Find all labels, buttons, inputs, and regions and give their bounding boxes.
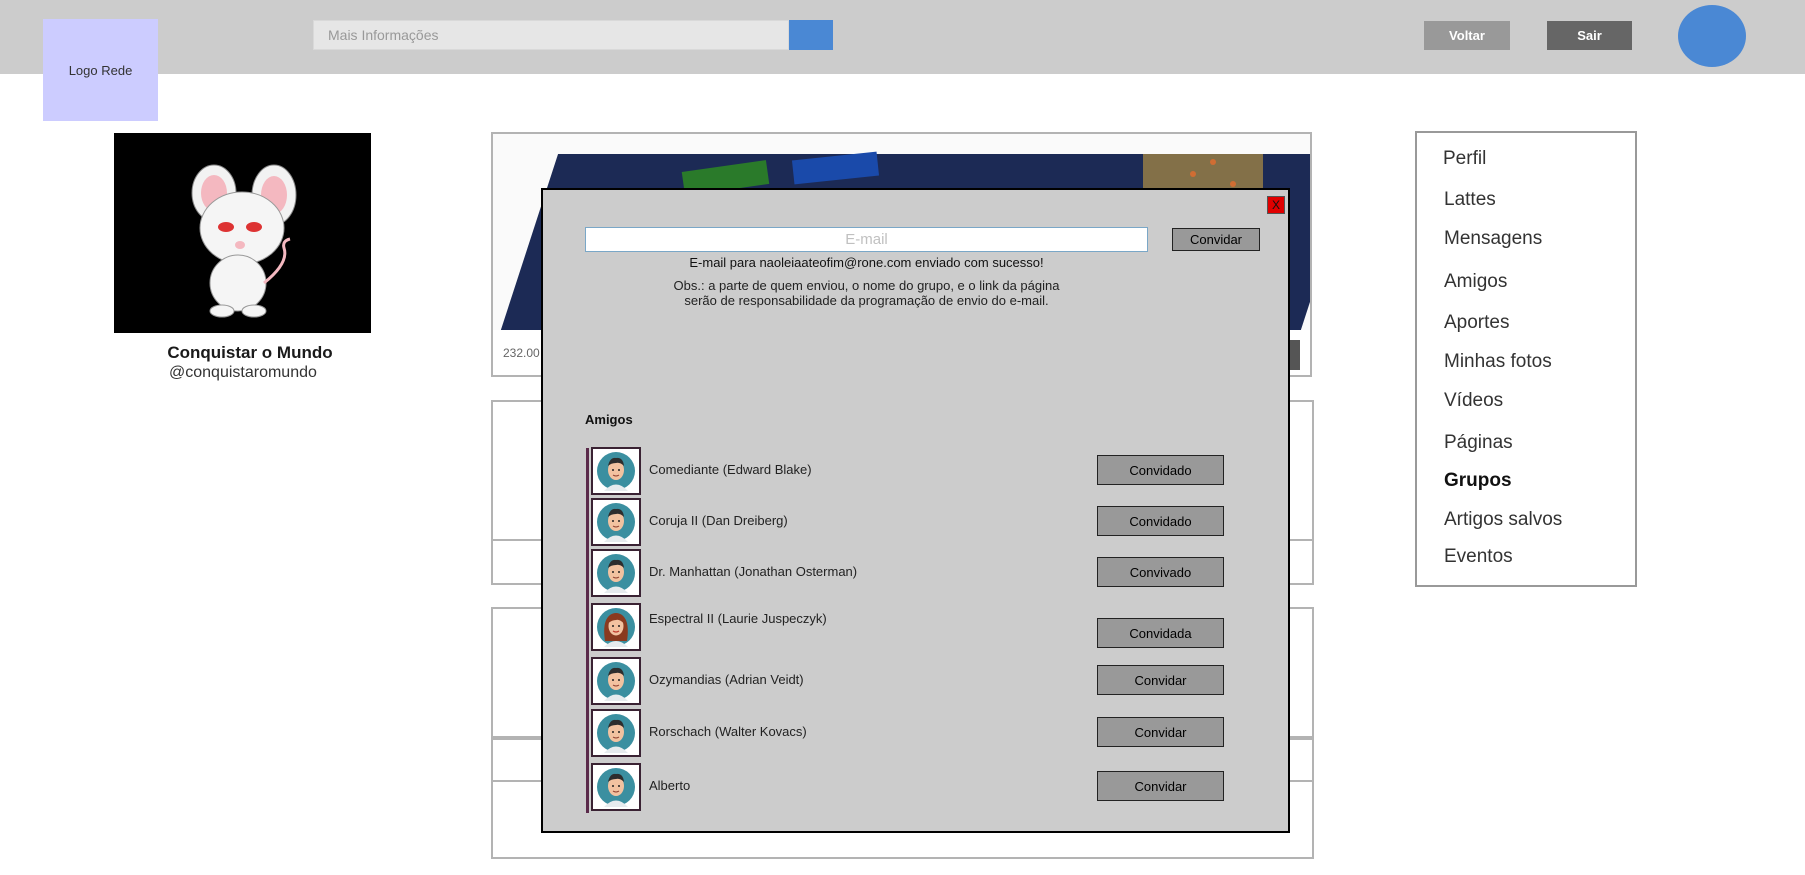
menu-item-minhas-fotos[interactable]: Minhas fotos [1444, 351, 1552, 373]
friend-row: Alberto Convidar [591, 763, 1231, 811]
friend-name: Alberto [649, 778, 691, 793]
male-avatar-icon [591, 498, 641, 546]
network-logo[interactable]: Logo Rede [43, 19, 158, 121]
email-field[interactable] [585, 227, 1148, 252]
menu-item-videos[interactable]: Vídeos [1444, 390, 1503, 412]
mouse-illustration [191, 164, 297, 318]
top-bar [0, 0, 1805, 74]
friends-section-title: Amigos [585, 412, 633, 427]
female-avatar-icon [591, 603, 641, 651]
friend-name: Rorschach (Walter Kovacs) [649, 724, 807, 739]
menu-item-perfil[interactable]: Perfil [1443, 148, 1486, 170]
friend-name: Espectral II (Laurie Juspeczyk) [649, 611, 827, 626]
menu-item-artigos-salvos[interactable]: Artigos salvos [1444, 509, 1562, 531]
male-avatar-icon [591, 549, 641, 597]
search-button[interactable] [789, 20, 833, 50]
profile-photo [114, 133, 371, 333]
friend-invite-button[interactable]: Convidada [1097, 618, 1224, 648]
side-menu: Perfil Lattes Mensagens Amigos Aportes M… [1415, 131, 1637, 587]
friend-name: Coruja II (Dan Dreiberg) [649, 513, 788, 528]
friend-invite-button[interactable]: Convivado [1097, 557, 1224, 587]
obs-line-2: serão de responsabilidade da programação… [684, 293, 1049, 308]
success-message: E-mail para naoleiaateofim@rone.com envi… [689, 255, 1044, 270]
menu-item-mensagens[interactable]: Mensagens [1444, 228, 1542, 250]
back-button[interactable]: Voltar [1424, 21, 1510, 50]
menu-item-aportes[interactable]: Aportes [1444, 312, 1509, 334]
search-input[interactable] [313, 20, 789, 50]
profile-handle: @conquistaromundo [169, 364, 317, 381]
menu-item-eventos[interactable]: Eventos [1444, 546, 1513, 568]
friend-row: Espectral II (Laurie Juspeczyk) Convidad… [591, 603, 1231, 651]
friend-name: Dr. Manhattan (Jonathan Osterman) [649, 564, 858, 579]
friend-invite-button[interactable]: Convidar [1097, 771, 1224, 801]
friend-invite-button[interactable]: Convidado [1097, 506, 1224, 536]
male-avatar-icon [591, 709, 641, 757]
friend-row: Coruja II (Dan Dreiberg) Convidado [591, 498, 1231, 546]
exit-button[interactable]: Sair [1547, 21, 1632, 50]
menu-item-paginas[interactable]: Páginas [1444, 432, 1513, 454]
friend-name: Comediante (Edward Blake) [649, 462, 812, 477]
friend-invite-button[interactable]: Convidar [1097, 717, 1224, 747]
male-avatar-icon [591, 763, 641, 811]
friend-row: Rorschach (Walter Kovacs) Convidar [591, 709, 1231, 757]
friend-invite-button[interactable]: Convidar [1097, 665, 1224, 695]
obs-note: Obs.: a parte de quem enviou, o nome do … [585, 278, 1148, 308]
invite-email-button[interactable]: Convidar [1172, 228, 1260, 251]
profile-name: Conquistar o Mundo [167, 343, 333, 362]
cover-caption: 232.00 [503, 346, 540, 360]
friends-list-rail [586, 448, 589, 813]
male-avatar-icon [591, 657, 641, 705]
menu-item-amigos[interactable]: Amigos [1444, 271, 1507, 293]
menu-item-grupos[interactable]: Grupos [1444, 470, 1512, 492]
invite-modal: X Convidar E-mail para naoleiaateofim@ro… [541, 188, 1290, 833]
friend-name: Ozymandias (Adrian Veidt) [649, 672, 804, 687]
close-button[interactable]: X [1267, 196, 1285, 214]
friend-row: Ozymandias (Adrian Veidt) Convidar [591, 657, 1231, 705]
user-avatar[interactable] [1678, 5, 1746, 67]
male-avatar-icon [591, 447, 641, 495]
friend-row: Dr. Manhattan (Jonathan Osterman) Conviv… [591, 549, 1231, 597]
obs-line-1: Obs.: a parte de quem enviou, o nome do … [673, 278, 1060, 293]
friend-row: Comediante (Edward Blake) Convidado [591, 447, 1231, 495]
friend-invite-button[interactable]: Convidado [1097, 455, 1224, 485]
menu-item-lattes[interactable]: Lattes [1444, 189, 1496, 211]
